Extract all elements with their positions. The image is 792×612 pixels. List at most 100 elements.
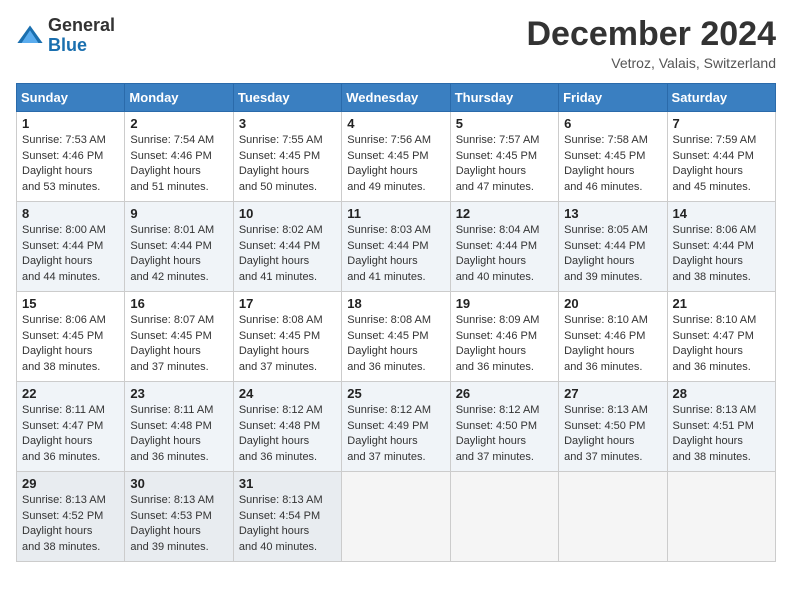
cell-info: Sunrise: 7:57 AM Sunset: 4:45 PM Dayligh… bbox=[456, 133, 553, 195]
day-number: 10 bbox=[239, 206, 336, 221]
calendar-cell: 23 Sunrise: 8:11 AM Sunset: 4:48 PM Dayl… bbox=[125, 382, 233, 472]
cell-info: Sunrise: 8:13 AM Sunset: 4:53 PM Dayligh… bbox=[130, 493, 227, 555]
logo: General Blue bbox=[16, 16, 115, 56]
week-row-5: 29 Sunrise: 8:13 AM Sunset: 4:52 PM Dayl… bbox=[17, 472, 776, 562]
cell-info: Sunrise: 7:58 AM Sunset: 4:45 PM Dayligh… bbox=[564, 133, 661, 195]
cell-info: Sunrise: 8:09 AM Sunset: 4:46 PM Dayligh… bbox=[456, 313, 553, 375]
cell-info: Sunrise: 7:53 AM Sunset: 4:46 PM Dayligh… bbox=[22, 133, 119, 195]
day-number: 13 bbox=[564, 206, 661, 221]
day-number: 15 bbox=[22, 296, 119, 311]
day-number: 8 bbox=[22, 206, 119, 221]
week-row-1: 1 Sunrise: 7:53 AM Sunset: 4:46 PM Dayli… bbox=[17, 112, 776, 202]
title-section: December 2024 Vetroz, Valais, Switzerlan… bbox=[526, 16, 776, 71]
calendar-cell: 31 Sunrise: 8:13 AM Sunset: 4:54 PM Dayl… bbox=[233, 472, 341, 562]
calendar-cell: 13 Sunrise: 8:05 AM Sunset: 4:44 PM Dayl… bbox=[559, 202, 667, 292]
calendar-cell: 3 Sunrise: 7:55 AM Sunset: 4:45 PM Dayli… bbox=[233, 112, 341, 202]
calendar-cell: 16 Sunrise: 8:07 AM Sunset: 4:45 PM Dayl… bbox=[125, 292, 233, 382]
calendar-cell: 19 Sunrise: 8:09 AM Sunset: 4:46 PM Dayl… bbox=[450, 292, 558, 382]
calendar-cell: 25 Sunrise: 8:12 AM Sunset: 4:49 PM Dayl… bbox=[342, 382, 450, 472]
calendar-cell: 30 Sunrise: 8:13 AM Sunset: 4:53 PM Dayl… bbox=[125, 472, 233, 562]
day-number: 7 bbox=[673, 116, 770, 131]
calendar-cell: 15 Sunrise: 8:06 AM Sunset: 4:45 PM Dayl… bbox=[17, 292, 125, 382]
header-friday: Friday bbox=[559, 84, 667, 112]
cell-info: Sunrise: 8:13 AM Sunset: 4:54 PM Dayligh… bbox=[239, 493, 336, 555]
calendar: SundayMondayTuesdayWednesdayThursdayFrid… bbox=[16, 83, 776, 562]
calendar-cell: 22 Sunrise: 8:11 AM Sunset: 4:47 PM Dayl… bbox=[17, 382, 125, 472]
logo-blue: Blue bbox=[48, 35, 87, 55]
calendar-cell: 10 Sunrise: 8:02 AM Sunset: 4:44 PM Dayl… bbox=[233, 202, 341, 292]
calendar-cell: 18 Sunrise: 8:08 AM Sunset: 4:45 PM Dayl… bbox=[342, 292, 450, 382]
cell-info: Sunrise: 7:59 AM Sunset: 4:44 PM Dayligh… bbox=[673, 133, 770, 195]
day-number: 22 bbox=[22, 386, 119, 401]
cell-info: Sunrise: 8:10 AM Sunset: 4:46 PM Dayligh… bbox=[564, 313, 661, 375]
day-number: 18 bbox=[347, 296, 444, 311]
calendar-cell: 26 Sunrise: 8:12 AM Sunset: 4:50 PM Dayl… bbox=[450, 382, 558, 472]
calendar-cell bbox=[342, 472, 450, 562]
day-number: 16 bbox=[130, 296, 227, 311]
week-row-3: 15 Sunrise: 8:06 AM Sunset: 4:45 PM Dayl… bbox=[17, 292, 776, 382]
day-number: 4 bbox=[347, 116, 444, 131]
logo-general: General bbox=[48, 15, 115, 35]
day-number: 20 bbox=[564, 296, 661, 311]
header-tuesday: Tuesday bbox=[233, 84, 341, 112]
calendar-header-row: SundayMondayTuesdayWednesdayThursdayFrid… bbox=[17, 84, 776, 112]
cell-info: Sunrise: 8:10 AM Sunset: 4:47 PM Dayligh… bbox=[673, 313, 770, 375]
calendar-cell: 9 Sunrise: 8:01 AM Sunset: 4:44 PM Dayli… bbox=[125, 202, 233, 292]
calendar-cell: 5 Sunrise: 7:57 AM Sunset: 4:45 PM Dayli… bbox=[450, 112, 558, 202]
week-row-2: 8 Sunrise: 8:00 AM Sunset: 4:44 PM Dayli… bbox=[17, 202, 776, 292]
day-number: 14 bbox=[673, 206, 770, 221]
calendar-cell: 12 Sunrise: 8:04 AM Sunset: 4:44 PM Dayl… bbox=[450, 202, 558, 292]
day-number: 1 bbox=[22, 116, 119, 131]
day-number: 2 bbox=[130, 116, 227, 131]
calendar-cell: 1 Sunrise: 7:53 AM Sunset: 4:46 PM Dayli… bbox=[17, 112, 125, 202]
day-number: 28 bbox=[673, 386, 770, 401]
day-number: 6 bbox=[564, 116, 661, 131]
day-number: 3 bbox=[239, 116, 336, 131]
day-number: 23 bbox=[130, 386, 227, 401]
cell-info: Sunrise: 8:02 AM Sunset: 4:44 PM Dayligh… bbox=[239, 223, 336, 285]
logo-icon bbox=[16, 22, 44, 50]
calendar-cell: 27 Sunrise: 8:13 AM Sunset: 4:50 PM Dayl… bbox=[559, 382, 667, 472]
calendar-cell: 14 Sunrise: 8:06 AM Sunset: 4:44 PM Dayl… bbox=[667, 202, 775, 292]
cell-info: Sunrise: 7:55 AM Sunset: 4:45 PM Dayligh… bbox=[239, 133, 336, 195]
calendar-cell: 17 Sunrise: 8:08 AM Sunset: 4:45 PM Dayl… bbox=[233, 292, 341, 382]
calendar-cell: 11 Sunrise: 8:03 AM Sunset: 4:44 PM Dayl… bbox=[342, 202, 450, 292]
calendar-cell bbox=[559, 472, 667, 562]
calendar-cell: 24 Sunrise: 8:12 AM Sunset: 4:48 PM Dayl… bbox=[233, 382, 341, 472]
day-number: 21 bbox=[673, 296, 770, 311]
calendar-cell: 20 Sunrise: 8:10 AM Sunset: 4:46 PM Dayl… bbox=[559, 292, 667, 382]
cell-info: Sunrise: 8:08 AM Sunset: 4:45 PM Dayligh… bbox=[347, 313, 444, 375]
calendar-cell: 21 Sunrise: 8:10 AM Sunset: 4:47 PM Dayl… bbox=[667, 292, 775, 382]
cell-info: Sunrise: 8:13 AM Sunset: 4:50 PM Dayligh… bbox=[564, 403, 661, 465]
day-number: 27 bbox=[564, 386, 661, 401]
cell-info: Sunrise: 8:00 AM Sunset: 4:44 PM Dayligh… bbox=[22, 223, 119, 285]
day-number: 24 bbox=[239, 386, 336, 401]
day-number: 17 bbox=[239, 296, 336, 311]
cell-info: Sunrise: 8:11 AM Sunset: 4:47 PM Dayligh… bbox=[22, 403, 119, 465]
calendar-cell: 2 Sunrise: 7:54 AM Sunset: 4:46 PM Dayli… bbox=[125, 112, 233, 202]
cell-info: Sunrise: 8:13 AM Sunset: 4:51 PM Dayligh… bbox=[673, 403, 770, 465]
day-number: 9 bbox=[130, 206, 227, 221]
day-number: 26 bbox=[456, 386, 553, 401]
header-thursday: Thursday bbox=[450, 84, 558, 112]
calendar-cell: 29 Sunrise: 8:13 AM Sunset: 4:52 PM Dayl… bbox=[17, 472, 125, 562]
day-number: 30 bbox=[130, 476, 227, 491]
header-sunday: Sunday bbox=[17, 84, 125, 112]
page-header: General Blue December 2024 Vetroz, Valai… bbox=[16, 16, 776, 71]
cell-info: Sunrise: 8:03 AM Sunset: 4:44 PM Dayligh… bbox=[347, 223, 444, 285]
cell-info: Sunrise: 8:06 AM Sunset: 4:44 PM Dayligh… bbox=[673, 223, 770, 285]
cell-info: Sunrise: 8:12 AM Sunset: 4:48 PM Dayligh… bbox=[239, 403, 336, 465]
header-saturday: Saturday bbox=[667, 84, 775, 112]
calendar-cell: 4 Sunrise: 7:56 AM Sunset: 4:45 PM Dayli… bbox=[342, 112, 450, 202]
cell-info: Sunrise: 8:04 AM Sunset: 4:44 PM Dayligh… bbox=[456, 223, 553, 285]
header-monday: Monday bbox=[125, 84, 233, 112]
cell-info: Sunrise: 8:13 AM Sunset: 4:52 PM Dayligh… bbox=[22, 493, 119, 555]
cell-info: Sunrise: 8:06 AM Sunset: 4:45 PM Dayligh… bbox=[22, 313, 119, 375]
cell-info: Sunrise: 7:54 AM Sunset: 4:46 PM Dayligh… bbox=[130, 133, 227, 195]
calendar-cell: 28 Sunrise: 8:13 AM Sunset: 4:51 PM Dayl… bbox=[667, 382, 775, 472]
header-wednesday: Wednesday bbox=[342, 84, 450, 112]
cell-info: Sunrise: 8:12 AM Sunset: 4:50 PM Dayligh… bbox=[456, 403, 553, 465]
week-row-4: 22 Sunrise: 8:11 AM Sunset: 4:47 PM Dayl… bbox=[17, 382, 776, 472]
day-number: 29 bbox=[22, 476, 119, 491]
day-number: 31 bbox=[239, 476, 336, 491]
